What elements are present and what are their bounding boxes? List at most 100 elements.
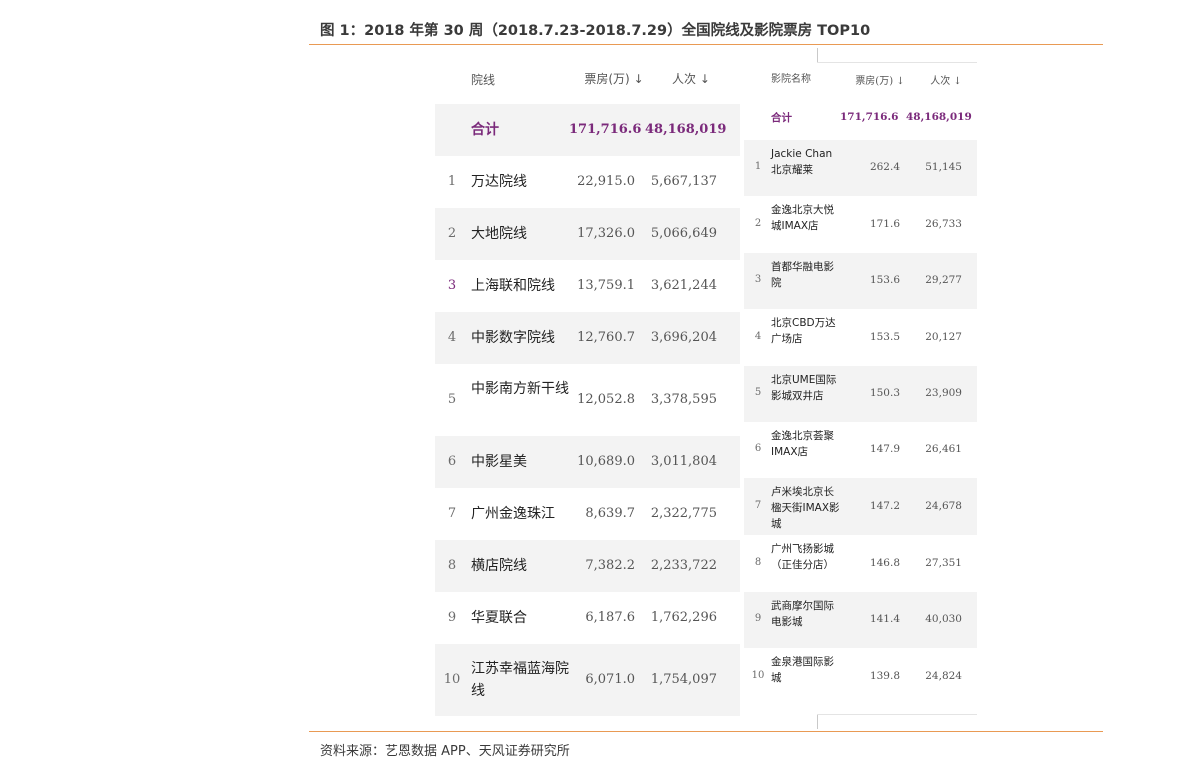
name-cell: 北京UME国际影城双井店	[771, 374, 837, 402]
box-office-cell: 147.9	[869, 443, 900, 455]
rank-cell: 8	[754, 557, 762, 568]
rank-cell: 2	[447, 226, 457, 241]
name-cell: 华夏联合	[471, 610, 527, 626]
table-header: 影院名称 票房(万) ↓ 人次 ↓	[744, 62, 977, 96]
header-box-office-label: 票房(万)	[584, 72, 630, 86]
table-header: 院线 票房(万) ↓ 人次 ↓	[435, 52, 740, 104]
frame-tick	[817, 48, 818, 63]
rank-cell: 1	[754, 161, 762, 172]
table-row: 6 中影星美 10,689.0 3,011,804	[435, 436, 740, 488]
rank-cell: 5	[754, 387, 762, 398]
rank-cell: 3	[447, 278, 457, 293]
table-row: 6 金逸北京荟聚IMAX店 147.9 26,461	[744, 422, 977, 478]
header-admissions-label: 人次	[930, 76, 951, 87]
rank-cell: 10	[443, 672, 461, 687]
total-box-office: 171,716.6	[840, 111, 899, 123]
header-admissions[interactable]: 人次 ↓	[661, 70, 721, 87]
box-office-cell: 153.6	[869, 274, 900, 286]
admissions-cell: 1,754,097	[650, 672, 717, 687]
rank-cell: 1	[447, 174, 457, 189]
rank-cell: 8	[447, 558, 457, 573]
admissions-cell: 1,762,296	[650, 610, 717, 625]
name-cell: 金逸北京荟聚IMAX店	[771, 430, 834, 458]
admissions-cell: 2,322,775	[650, 506, 717, 521]
admissions-cell: 27,351	[925, 557, 962, 569]
admissions-cell: 24,678	[925, 500, 962, 512]
sort-down-icon: ↓	[950, 76, 962, 87]
name-cell: 武商摩尔国际电影城	[771, 600, 834, 628]
name-cell: 中影数字院线	[471, 330, 555, 346]
header-box-office-label: 票房(万)	[855, 76, 894, 87]
table-row: 3 首都华融电影院 153.6 29,277	[744, 253, 977, 309]
bottom-divider	[309, 731, 1103, 732]
table-row: 10 金泉港国际影城 139.8 24,824	[744, 648, 977, 705]
name-cell: 横店院线	[471, 558, 527, 574]
table-row: 9 武商摩尔国际电影城 141.4 40,030	[744, 592, 977, 648]
header-box-office[interactable]: 票房(万) ↓	[581, 70, 647, 87]
admissions-cell: 26,733	[925, 218, 962, 230]
source-note: 资料来源：艺恩数据 APP、天风证券研究所	[320, 744, 570, 759]
box-office-cell: 8,639.7	[585, 506, 635, 521]
box-office-cell: 17,326.0	[577, 226, 635, 241]
table-row: 9 华夏联合 6,187.6 1,762,296	[435, 592, 740, 644]
name-cell: 金逸北京大悦城IMAX店	[771, 204, 834, 232]
table-row: 7 广州金逸珠江 8,639.7 2,322,775	[435, 488, 740, 540]
frame-line	[817, 714, 977, 715]
admissions-cell: 26,461	[925, 443, 962, 455]
admissions-cell: 5,667,137	[650, 174, 717, 189]
rank-cell: 2	[754, 218, 762, 229]
header-cinema: 影院名称	[771, 74, 811, 85]
rank-cell: 9	[754, 613, 762, 624]
box-office-cell: 150.3	[869, 387, 900, 399]
table-row: 2 金逸北京大悦城IMAX店 171.6 26,733	[744, 196, 977, 253]
total-row: 合计 171,716.6 48,168,019	[744, 96, 977, 140]
rank-cell: 5	[447, 392, 457, 407]
header-admissions[interactable]: 人次 ↓	[930, 72, 962, 87]
box-office-cell: 13,759.1	[577, 278, 635, 293]
top-divider	[309, 44, 1103, 45]
admissions-cell: 2,233,722	[650, 558, 717, 573]
box-office-cell: 146.8	[869, 557, 900, 569]
rank-cell: 3	[754, 274, 762, 285]
name-cell: 广州金逸珠江	[471, 506, 555, 522]
name-cell: 江苏幸福蓝海院线	[471, 661, 569, 699]
table-row: 8 广州飞扬影城（正佳分店） 146.8 27,351	[744, 535, 977, 592]
table-row: 8 横店院线 7,382.2 2,233,722	[435, 540, 740, 592]
header-box-office[interactable]: 票房(万) ↓	[854, 72, 906, 87]
table-row: 1 Jackie Chan 北京耀莱 262.4 51,145	[744, 140, 977, 196]
name-cell: 万达院线	[471, 174, 527, 190]
box-office-cell: 6,071.0	[585, 672, 635, 687]
admissions-cell: 23,909	[925, 387, 962, 399]
table-row: 4 北京CBD万达广场店 153.5 20,127	[744, 309, 977, 366]
admissions-cell: 3,696,204	[650, 330, 717, 345]
box-office-cell: 153.5	[869, 331, 900, 343]
name-cell: 广州飞扬影城（正佳分店）	[771, 543, 834, 571]
table-row: 3 上海联和院线 13,759.1 3,621,244	[435, 260, 740, 312]
admissions-cell: 3,011,804	[650, 454, 717, 469]
total-label: 合计	[771, 112, 792, 124]
table-row: 2 大地院线 17,326.0 5,066,649	[435, 208, 740, 260]
admissions-cell: 3,621,244	[650, 278, 717, 293]
table-row: 1 万达院线 22,915.0 5,667,137	[435, 156, 740, 208]
header-chain: 院线	[471, 73, 496, 87]
table-row: 5 中影南方新干线 12,052.8 3,378,595	[435, 364, 740, 436]
rank-cell: 6	[754, 443, 762, 454]
total-box-office: 171,716.6	[569, 122, 642, 137]
box-office-cell: 6,187.6	[585, 610, 635, 625]
name-cell: 大地院线	[471, 226, 527, 242]
frame-tick	[817, 714, 818, 729]
sort-down-icon: ↓	[629, 72, 644, 86]
table-row: 5 北京UME国际影城双井店 150.3 23,909	[744, 366, 977, 422]
cinema-chain-table: 院线 票房(万) ↓ 人次 ↓ 合计 171,716.6 48,168,019 …	[435, 52, 740, 716]
rank-cell: 7	[447, 506, 457, 521]
box-office-cell: 22,915.0	[577, 174, 635, 189]
total-admissions: 48,168,019	[906, 111, 972, 123]
name-cell: 首都华融电影院	[771, 261, 834, 289]
admissions-cell: 5,066,649	[650, 226, 717, 241]
table-row: 7 卢米埃北京长楹天街IMAX影城 147.2 24,678	[744, 478, 977, 535]
rank-cell: 4	[447, 330, 457, 345]
admissions-cell: 40,030	[925, 613, 962, 625]
name-cell: 中影南方新干线	[471, 381, 569, 397]
admissions-cell: 3,378,595	[650, 392, 717, 407]
name-cell: 中影星美	[471, 454, 527, 470]
